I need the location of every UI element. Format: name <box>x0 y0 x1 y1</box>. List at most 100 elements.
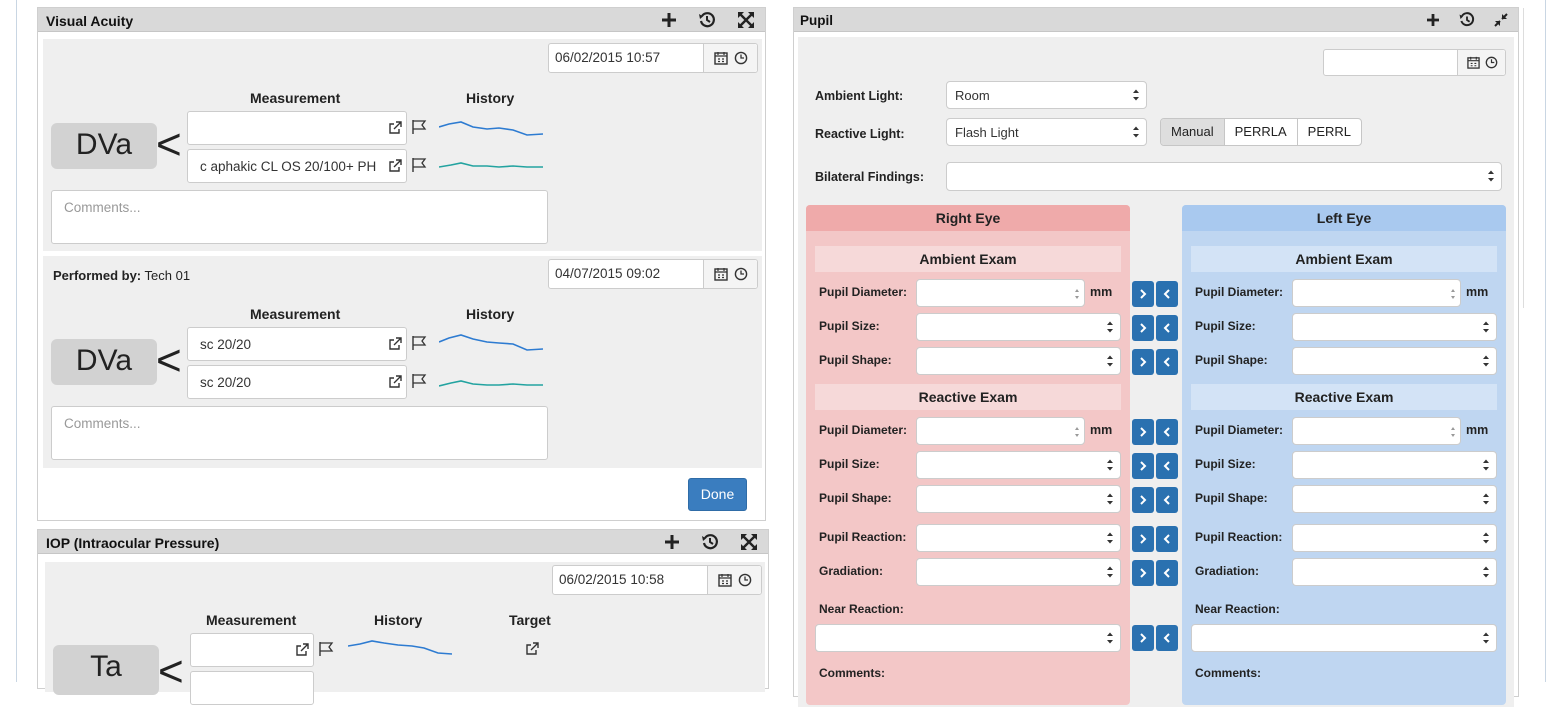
chevron-right-icon <box>1140 568 1147 578</box>
right-ambient-size-select[interactable] <box>916 313 1121 341</box>
copy-to-left-button[interactable] <box>1132 453 1154 479</box>
copy-to-left-button[interactable] <box>1132 419 1154 445</box>
collapse-icon[interactable] <box>1492 11 1510 29</box>
clock-icon[interactable] <box>1485 56 1498 69</box>
mode-button-perrl[interactable]: PERRL <box>1298 119 1361 145</box>
iop-date-input[interactable]: 06/02/2015 10:58 <box>553 566 707 594</box>
pupil-date-input[interactable] <box>1324 50 1457 75</box>
left-gradiation-select[interactable] <box>1292 558 1497 586</box>
copy-to-right-button[interactable] <box>1156 526 1178 552</box>
clock-icon[interactable] <box>738 573 752 587</box>
left-ambient-size-select[interactable] <box>1292 313 1497 341</box>
copy-to-left-button[interactable] <box>1132 487 1154 513</box>
copy-to-left-button[interactable] <box>1132 560 1154 586</box>
copy-to-right-button[interactable] <box>1156 560 1178 586</box>
copy-to-right-button[interactable] <box>1156 281 1178 307</box>
calendar-icon[interactable] <box>714 267 728 281</box>
reactive-light-select[interactable]: Flash Light <box>946 118 1147 146</box>
flag-icon[interactable] <box>411 373 429 389</box>
copy-to-left-button[interactable] <box>1132 625 1154 651</box>
external-link-icon[interactable] <box>388 159 402 173</box>
copy-to-left-button[interactable] <box>1132 349 1154 375</box>
external-link-icon[interactable] <box>388 121 402 135</box>
iop-measurement-os[interactable] <box>190 671 314 705</box>
expand-icon[interactable] <box>740 533 758 551</box>
history-icon[interactable] <box>701 533 719 551</box>
mode-button-manual[interactable]: Manual <box>1161 119 1225 145</box>
plus-icon[interactable] <box>1424 11 1442 29</box>
left-reactive-diameter-input[interactable] <box>1292 417 1461 445</box>
stepper-icon[interactable] <box>1450 425 1456 439</box>
copy-to-left-button[interactable] <box>1132 281 1154 307</box>
va-measurement-od[interactable]: sc 20/20 <box>187 327 407 361</box>
bilateral-findings-select[interactable] <box>946 162 1502 191</box>
right-reactive-shape-select[interactable] <box>916 485 1121 513</box>
external-link-icon[interactable] <box>388 375 402 389</box>
copy-to-right-button[interactable] <box>1156 349 1178 375</box>
right-reactive-diameter-input[interactable] <box>916 417 1085 445</box>
flag-icon[interactable] <box>411 119 429 135</box>
expand-icon[interactable] <box>737 11 755 29</box>
select-caret-icon <box>1133 126 1139 138</box>
va-measurement-os[interactable]: sc 20/20 <box>187 365 407 399</box>
ambient-light-select[interactable]: Room <box>946 81 1147 109</box>
clock-icon[interactable] <box>734 267 748 281</box>
external-link-icon[interactable] <box>295 643 309 657</box>
copy-to-right-button[interactable] <box>1156 419 1178 445</box>
external-link-icon[interactable] <box>525 642 539 656</box>
flag-icon[interactable] <box>411 335 429 351</box>
right-gradiation-select[interactable] <box>916 558 1121 586</box>
copy-to-right-button[interactable] <box>1156 625 1178 651</box>
mode-button-perrla[interactable]: PERRLA <box>1225 119 1298 145</box>
va-date-picker-2[interactable]: 04/07/2015 09:02 <box>548 259 758 289</box>
iop-date-picker[interactable]: 06/02/2015 10:58 <box>552 565 762 595</box>
right-comments-label: Comments: <box>819 666 886 680</box>
calendar-icon[interactable] <box>1467 56 1480 69</box>
left-reactive-shape-select[interactable] <box>1292 485 1497 513</box>
left-reaction-label: Pupil Reaction: <box>1195 530 1283 544</box>
copy-to-right-button[interactable] <box>1156 315 1178 341</box>
pupil-header: Pupil <box>794 8 1518 32</box>
va-date-input-2[interactable]: 04/07/2015 09:02 <box>549 260 703 288</box>
va-comments[interactable]: Comments... <box>51 190 548 244</box>
right-reactive-size-select[interactable] <box>916 451 1121 479</box>
left-ambient-shape-select[interactable] <box>1292 347 1497 375</box>
va-comments-2[interactable]: Comments... <box>51 406 548 460</box>
iop-measurement-od[interactable] <box>190 633 314 667</box>
left-reactive-size-select[interactable] <box>1292 451 1497 479</box>
va-measurement-os[interactable]: c aphakic CL OS 20/100+ PH <box>187 149 407 183</box>
right-ambient-diameter-input[interactable] <box>916 279 1085 307</box>
left-reactive-shape-label: Pupil Shape: <box>1195 491 1268 505</box>
stepper-icon[interactable] <box>1450 287 1456 301</box>
copy-to-right-button[interactable] <box>1156 487 1178 513</box>
clock-icon[interactable] <box>734 51 748 65</box>
pupil-date-picker[interactable] <box>1323 49 1506 76</box>
left-near-reaction-select[interactable] <box>1191 624 1497 652</box>
right-reaction-select[interactable] <box>916 524 1121 552</box>
flag-icon[interactable] <box>318 641 336 657</box>
left-comments-label: Comments: <box>1195 666 1262 680</box>
plus-icon[interactable] <box>660 11 678 29</box>
left-reactive-diameter-label: Pupil Diameter: <box>1195 423 1284 437</box>
done-button[interactable]: Done <box>688 478 747 511</box>
stepper-icon[interactable] <box>1074 425 1080 439</box>
copy-to-right-button[interactable] <box>1156 453 1178 479</box>
external-link-icon[interactable] <box>388 337 402 351</box>
history-icon[interactable] <box>698 11 716 29</box>
iop-type-label: Ta <box>53 645 159 695</box>
left-ambient-diameter-input[interactable] <box>1292 279 1461 307</box>
stepper-icon[interactable] <box>1074 287 1080 301</box>
left-reaction-select[interactable] <box>1292 524 1497 552</box>
va-date-picker[interactable]: 06/02/2015 10:57 <box>548 43 758 73</box>
flag-icon[interactable] <box>411 157 429 173</box>
right-near-reaction-select[interactable] <box>815 624 1121 652</box>
copy-to-left-button[interactable] <box>1132 526 1154 552</box>
va-date-input[interactable]: 06/02/2015 10:57 <box>549 44 703 72</box>
calendar-icon[interactable] <box>718 573 732 587</box>
right-ambient-shape-select[interactable] <box>916 347 1121 375</box>
plus-icon[interactable] <box>663 533 681 551</box>
calendar-icon[interactable] <box>714 51 728 65</box>
history-icon[interactable] <box>1458 11 1476 29</box>
va-measurement-od[interactable] <box>187 111 407 145</box>
copy-to-left-button[interactable] <box>1132 315 1154 341</box>
